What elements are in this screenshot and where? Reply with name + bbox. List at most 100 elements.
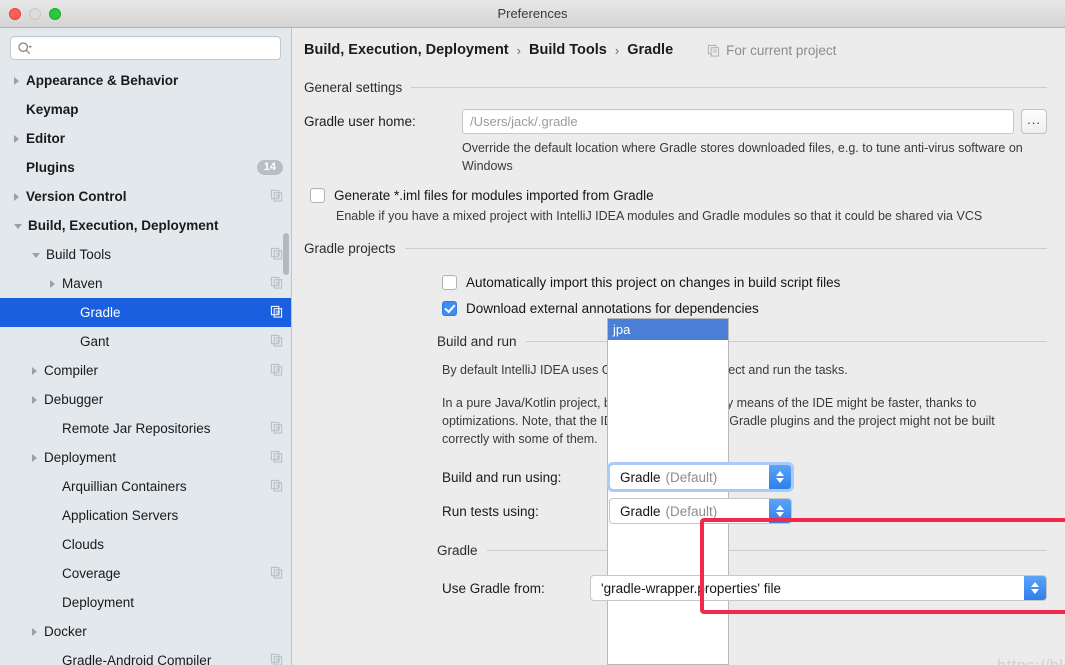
sidebar-item-label: Version Control	[26, 189, 127, 204]
gradle-user-home-label: Gradle user home:	[304, 114, 416, 129]
sidebar-item-appearance-behavior[interactable]: Appearance & Behavior	[0, 66, 291, 95]
sidebar-item-coverage[interactable]: Coverage	[0, 559, 291, 588]
section-divider	[525, 341, 1047, 343]
browse-gradle-home-button[interactable]: ...	[1021, 109, 1047, 134]
breadcrumb-separator: ›	[614, 42, 620, 58]
auto-import-checkbox[interactable]	[442, 275, 457, 291]
sidebar-item-tail	[270, 479, 283, 495]
gradle-projects-title: Gradle projects	[304, 241, 396, 257]
sidebar-item-plugins[interactable]: Plugins 14	[0, 153, 291, 182]
sidebar-item-keymap[interactable]: Keymap	[0, 95, 291, 124]
build-and-run-paragraph-2: In a pure Java/Kotlin project, building …	[442, 396, 995, 446]
search-input[interactable]	[36, 41, 274, 55]
sidebar-item-gradle-android-compiler[interactable]: Gradle-Android Compiler	[0, 646, 291, 665]
build-and-run-using-dropdown[interactable]: Gradle (Default)	[607, 462, 794, 493]
chevron-right-icon[interactable]	[50, 279, 55, 288]
build-and-run-title: Build and run	[437, 334, 517, 350]
chevron-down-icon[interactable]	[14, 224, 22, 229]
auto-import-row[interactable]: Automatically import this project on cha…	[442, 275, 1065, 291]
chevron-down-icon[interactable]	[32, 253, 40, 258]
copy-icon	[708, 44, 720, 57]
run-tests-using-suffix: (Default)	[665, 503, 718, 519]
search-box[interactable]	[10, 36, 281, 60]
chevron-right-icon[interactable]	[14, 76, 19, 85]
scope-label: For current project	[726, 42, 837, 58]
sidebar-item-tail	[270, 653, 283, 665]
copy-icon	[270, 189, 283, 205]
sidebar-item-compiler[interactable]: Compiler	[0, 356, 291, 385]
general-settings-title: General settings	[304, 80, 403, 95]
breadcrumb-item-2[interactable]: Gradle	[627, 42, 673, 58]
chevron-right-icon[interactable]	[32, 366, 37, 375]
breadcrumb-item-0[interactable]: Build, Execution, Deployment	[304, 42, 509, 58]
sidebar-item-label: Appearance & Behavior	[26, 73, 179, 88]
watermark-text: https://blog.csdn.net/SuperstarSteven	[997, 656, 1065, 665]
sidebar-item-label: Compiler	[44, 363, 99, 378]
sidebar-item-deployment[interactable]: Deployment	[0, 588, 291, 617]
gradle-user-home-row: Gradle user home: /Users/jack/.gradle ..…	[304, 109, 1047, 134]
sidebar-item-tail	[270, 189, 283, 205]
sidebar-item-gant[interactable]: Gant	[0, 327, 291, 356]
sidebar-item-label: Application Servers	[62, 508, 179, 523]
use-gradle-from-label: Use Gradle from:	[442, 580, 545, 596]
sidebar-item-tail	[270, 421, 283, 437]
use-gradle-from-value: 'gradle-wrapper.properties' file	[601, 580, 781, 596]
copy-icon	[270, 450, 283, 466]
sidebar-item-tail	[270, 450, 283, 466]
chevron-right-icon[interactable]	[14, 192, 19, 201]
chevron-right-icon[interactable]	[32, 453, 37, 462]
copy-icon	[270, 363, 283, 379]
sidebar-item-docker[interactable]: Docker	[0, 617, 291, 646]
build-and-run-section-header: Build and run	[437, 334, 1047, 349]
sidebar-item-label: Coverage	[62, 566, 121, 581]
sidebar-item-tail	[270, 276, 283, 292]
list-item[interactable]: jpa	[608, 319, 728, 340]
sidebar-item-build-execution-deployment[interactable]: Build, Execution, Deployment	[0, 211, 291, 240]
search-icon	[18, 41, 32, 54]
sidebar-item-clouds[interactable]: Clouds	[0, 530, 291, 559]
chevron-right-icon[interactable]	[32, 395, 37, 404]
sidebar-item-tail	[270, 363, 283, 379]
section-divider	[411, 87, 1047, 88]
sidebar-item-editor[interactable]: Editor	[0, 124, 291, 153]
generate-iml-row[interactable]: Generate *.iml files for modules importe…	[310, 187, 1065, 203]
run-tests-using-dropdown[interactable]: Gradle (Default)	[609, 498, 792, 525]
sidebar-item-label: Build, Execution, Deployment	[28, 218, 219, 233]
search-container	[0, 28, 291, 66]
sidebar-item-application-servers[interactable]: Application Servers	[0, 501, 291, 530]
breadcrumb-separator: ›	[516, 42, 521, 58]
chevron-updown-icon[interactable]	[769, 465, 791, 490]
sidebar-item-maven[interactable]: Maven	[0, 269, 291, 298]
sidebar-item-label: Gradle-Android Compiler	[62, 653, 212, 665]
breadcrumb-item-1[interactable]: Build Tools	[529, 42, 607, 58]
sidebar-item-remote-jar-repositories[interactable]: Remote Jar Repositories	[0, 414, 291, 443]
sidebar-item-label: Plugins	[26, 160, 75, 175]
download-annotations-row[interactable]: Download external annotations for depend…	[442, 301, 1065, 317]
gradle-project-list[interactable]: jpa	[607, 318, 729, 665]
sidebar-item-debugger[interactable]: Debugger	[0, 385, 291, 414]
sidebar-item-version-control[interactable]: Version Control	[0, 182, 291, 211]
generate-iml-label: Generate *.iml files for modules importe…	[334, 187, 654, 203]
download-annotations-label: Download external annotations for depend…	[466, 301, 759, 317]
run-tests-using-label: Run tests using:	[442, 503, 539, 519]
gradle-user-home-field[interactable]: /Users/jack/.gradle	[462, 109, 1014, 134]
sidebar-item-build-tools[interactable]: Build Tools	[0, 240, 291, 269]
use-gradle-from-dropdown[interactable]: 'gradle-wrapper.properties' file	[590, 575, 1047, 602]
sidebar-item-deployment[interactable]: Deployment	[0, 443, 291, 472]
chevron-right-icon[interactable]	[14, 134, 19, 143]
sidebar-item-gradle[interactable]: Gradle	[0, 298, 291, 327]
copy-icon	[270, 334, 283, 350]
generate-iml-checkbox[interactable]	[310, 187, 325, 203]
build-and-run-paragraph-1: By default IntelliJ IDEA uses Gradle to …	[442, 363, 848, 378]
chevron-updown-icon[interactable]	[769, 499, 791, 524]
chevron-right-icon[interactable]	[32, 627, 37, 636]
download-annotations-checkbox[interactable]	[442, 301, 457, 317]
chevron-updown-icon[interactable]	[1024, 576, 1046, 601]
preferences-body: Appearance & Behavior Keymap Editor Plugins…	[0, 28, 1065, 665]
sidebar-scrollbar-thumb[interactable]	[283, 233, 289, 275]
sidebar-item-label: Maven	[62, 276, 103, 291]
sidebar-item-arquillian-containers[interactable]: Arquillian Containers	[0, 472, 291, 501]
sidebar-item-label: Docker	[44, 624, 87, 639]
copy-icon	[270, 421, 283, 437]
gradle-section-title: Gradle	[437, 543, 478, 559]
